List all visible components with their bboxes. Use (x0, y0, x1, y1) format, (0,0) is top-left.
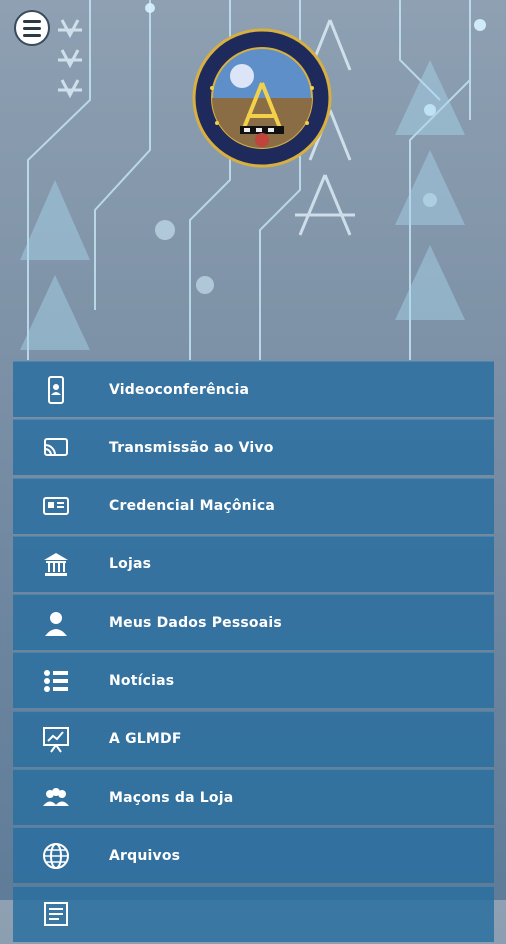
menu-item-partial[interactable] (13, 885, 494, 942)
menu-item-macons[interactable]: Maçons da Loja (13, 769, 494, 826)
menu-item-noticias[interactable]: Notícias (13, 652, 494, 709)
menu-item-lojas[interactable]: Lojas (13, 535, 494, 592)
list-icon (13, 666, 99, 696)
menu-item-arquivos[interactable]: Arquivos (13, 827, 494, 884)
menu-bar (23, 19, 41, 23)
menu-bar (23, 33, 41, 37)
user-icon (13, 608, 99, 638)
menu-item-dados-pessoais[interactable]: Meus Dados Pessoais (13, 594, 494, 651)
menu-item-label: A GLMDF (109, 731, 182, 748)
temple-icon (13, 549, 99, 579)
document-icon (13, 899, 99, 929)
phone-video-icon (13, 375, 99, 405)
menu-item-label: Arquivos (109, 847, 181, 864)
menu-item-label: Meus Dados Pessoais (109, 614, 282, 631)
menu-item-label: Maçons da Loja (109, 789, 234, 806)
menu-item-glmdf[interactable]: A GLMDF (13, 710, 494, 767)
presentation-icon (13, 724, 99, 754)
id-card-icon (13, 491, 99, 521)
menu-item-label: Lojas (109, 556, 152, 573)
menu-bar (23, 26, 41, 30)
menu-item-transmissao[interactable]: Transmissão ao Vivo (13, 419, 494, 476)
group-icon (13, 783, 99, 813)
menu-item-label: Transmissão ao Vivo (109, 439, 274, 456)
menu-item-credencial[interactable]: Credencial Maçônica (13, 477, 494, 534)
main-menu: Videoconferência Transmissão ao Vivo Cre… (13, 361, 494, 944)
menu-item-label: Credencial Maçônica (109, 498, 275, 515)
menu-item-videoconferencia[interactable]: Videoconferência (13, 361, 494, 417)
globe-icon (13, 841, 99, 871)
menu-item-label: Videoconferência (109, 381, 250, 398)
hamburger-menu-icon[interactable] (14, 10, 50, 46)
glmdf-seal-logo (192, 28, 332, 168)
menu-item-label: Notícias (109, 672, 175, 689)
cast-icon (13, 433, 99, 463)
